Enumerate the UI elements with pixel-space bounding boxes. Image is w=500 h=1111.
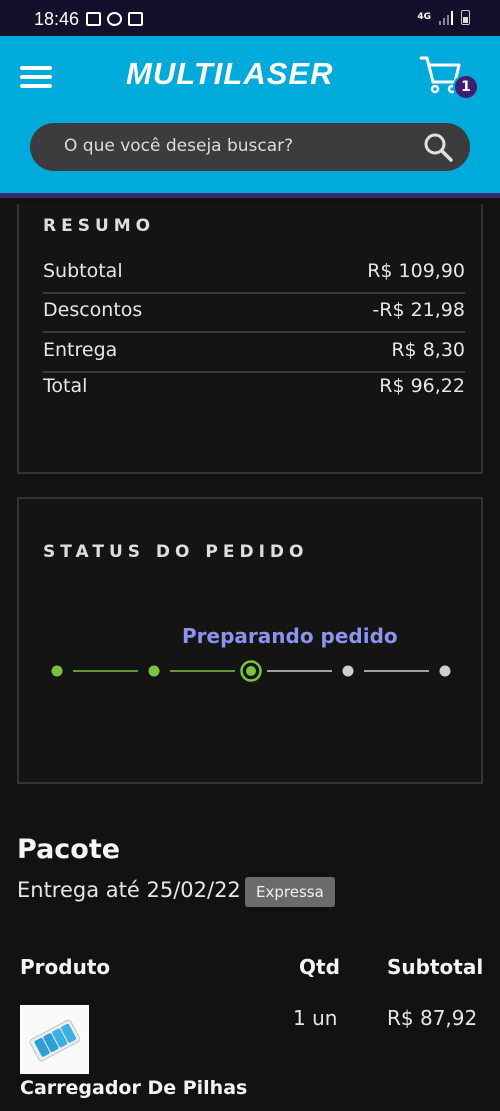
hamburger-menu-icon[interactable] xyxy=(20,66,52,88)
summary-label: Subtotal xyxy=(43,260,123,282)
cart-count-badge: 1 xyxy=(453,74,479,100)
summary-value: R$ 109,90 xyxy=(367,260,465,282)
column-header-product: Produto xyxy=(20,955,111,979)
divider xyxy=(43,371,465,373)
system-icons: 4G xyxy=(417,10,470,25)
image-icon xyxy=(86,12,101,26)
status-progress-tracker xyxy=(51,660,451,682)
summary-label: Entrega xyxy=(43,339,118,361)
signal-icon xyxy=(439,10,453,25)
summary-row-total: Total R$ 96,22 xyxy=(43,375,465,415)
network-type: 4G xyxy=(417,12,431,22)
status-step-2 xyxy=(148,665,160,677)
summary-row-discount: Descontos -R$ 21,98 xyxy=(43,299,465,339)
summary-value: R$ 8,30 xyxy=(391,339,465,361)
order-summary-card: RESUMO Subtotal R$ 109,90 Descontos -R$ … xyxy=(17,204,483,474)
status-step-4 xyxy=(342,665,354,677)
summary-value: -R$ 21,98 xyxy=(372,299,465,321)
divider xyxy=(43,331,465,333)
summary-row-delivery: Entrega R$ 8,30 xyxy=(43,339,465,379)
caption-icon xyxy=(128,12,143,26)
clock: 18:46 xyxy=(34,9,80,29)
search-input[interactable]: O que você deseja buscar? xyxy=(30,123,470,171)
current-status-label: Preparando pedido xyxy=(182,624,398,648)
status-title: STATUS DO PEDIDO xyxy=(43,542,309,562)
notification-icons xyxy=(86,12,143,26)
shipping-type-badge: Expressa xyxy=(245,877,335,907)
search-icon[interactable] xyxy=(422,131,454,163)
summary-title: RESUMO xyxy=(43,216,156,236)
summary-value: R$ 96,22 xyxy=(379,375,465,397)
system-status-bar: 18:46 4G xyxy=(0,0,500,36)
delivery-date: Entrega até 25/02/22 xyxy=(17,878,241,902)
item-name[interactable]: Carregador De Pilhas xyxy=(20,1077,247,1099)
summary-label: Descontos xyxy=(43,299,143,321)
divider xyxy=(43,292,465,294)
order-status-card: STATUS DO PEDIDO Preparando pedido xyxy=(17,497,483,784)
status-step-3 xyxy=(246,666,256,676)
package-title: Pacote xyxy=(17,834,121,865)
item-subtotal: R$ 87,92 xyxy=(387,1006,478,1030)
product-image[interactable] xyxy=(20,1005,89,1074)
battery-icon xyxy=(461,10,470,25)
summary-label: Total xyxy=(43,375,88,397)
status-step-1 xyxy=(51,665,63,677)
site-header: MULTILASER 1 O que você deseja buscar? xyxy=(0,36,500,198)
search-placeholder: O que você deseja buscar? xyxy=(64,136,294,156)
column-header-qty: Qtd xyxy=(299,955,340,979)
status-step-5 xyxy=(439,665,451,677)
whatsapp-icon xyxy=(107,12,122,26)
column-header-subtotal: Subtotal xyxy=(387,955,484,979)
brand-logo[interactable]: MULTILASER xyxy=(126,56,333,92)
summary-row-subtotal: Subtotal R$ 109,90 xyxy=(43,260,465,300)
item-qty: 1 un xyxy=(293,1006,338,1030)
